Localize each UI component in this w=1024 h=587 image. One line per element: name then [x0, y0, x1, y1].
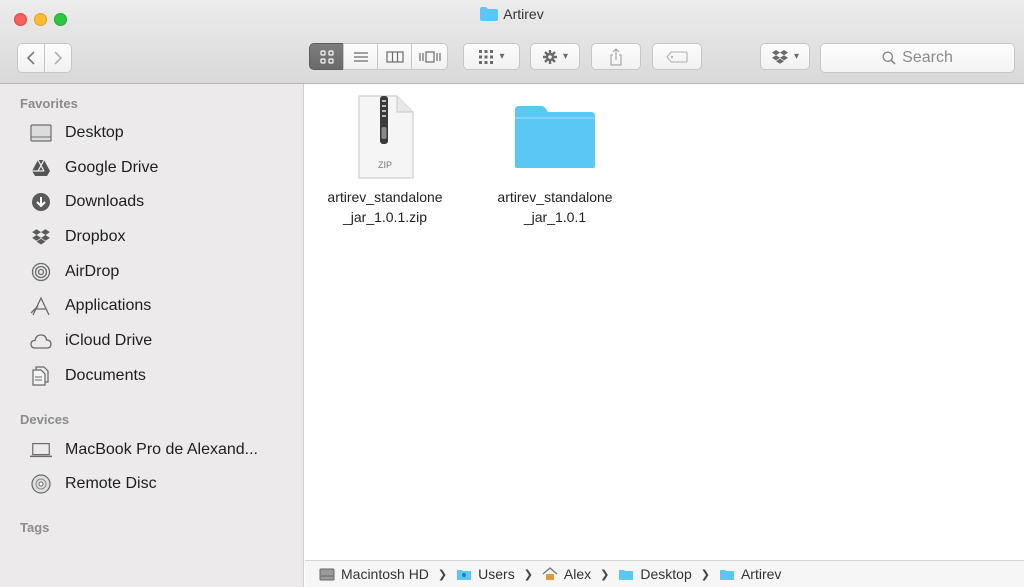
- path-item-desktop[interactable]: Desktop: [618, 566, 692, 582]
- sidebar-item-label: Downloads: [65, 193, 145, 210]
- dropbox-icon: [771, 49, 788, 64]
- sidebar-item-label: Dropbox: [65, 228, 126, 245]
- path-label: Macintosh HD: [341, 566, 429, 582]
- tag-icon: [666, 50, 688, 63]
- downloads-icon: [30, 191, 52, 213]
- path-label: Alex: [563, 566, 592, 582]
- users-folder-icon: [456, 567, 472, 581]
- sidebar-item-airdrop[interactable]: AirDrop: [30, 258, 300, 286]
- forward-button[interactable]: [44, 43, 72, 73]
- disc-icon: [30, 473, 52, 495]
- sidebar-item-label: Desktop: [65, 124, 124, 141]
- dropbox-menu-button[interactable]: ▾: [760, 43, 810, 70]
- file-browser: ZIP artirev_standalone _jar_1.0.1.zip ar…: [305, 84, 1024, 559]
- window-title-text: Artirev: [503, 6, 544, 22]
- google-drive-icon: [30, 157, 52, 179]
- folder-icon: [719, 567, 735, 581]
- airdrop-icon: [30, 261, 52, 283]
- sidebar-item-google-drive[interactable]: Google Drive: [30, 154, 300, 182]
- icon-view-icon: [319, 49, 334, 64]
- sidebar-item-downloads[interactable]: Downloads: [30, 188, 300, 216]
- sidebar-item-label: Applications: [65, 297, 152, 314]
- share-icon: [610, 47, 622, 66]
- sidebar-item-remote-disc[interactable]: Remote Disc: [30, 470, 300, 498]
- search-field[interactable]: Search: [820, 43, 1015, 73]
- sidebar: Favorites Desktop Google Drive Downloads…: [0, 84, 304, 587]
- file-item-folder[interactable]: artirev_standalone _jar_1.0.1: [475, 92, 635, 227]
- desktop-icon: [30, 122, 52, 144]
- finder-window: Artirev ▾ ▾ ▾ Search Favorites Desktop G…: [0, 0, 1024, 587]
- chevron-down-icon: ▾: [499, 51, 505, 62]
- path-bar: Macintosh HD ❯ Users ❯ Alex ❯ Desktop ❯ …: [305, 560, 1024, 587]
- zip-badge: ZIP: [377, 160, 392, 170]
- folder-icon: [618, 567, 634, 581]
- column-view-button[interactable]: [377, 43, 412, 70]
- sidebar-item-label: AirDrop: [65, 263, 120, 280]
- laptop-icon: [30, 439, 52, 461]
- path-label: Desktop: [640, 566, 692, 582]
- action-button[interactable]: ▾: [530, 43, 580, 70]
- sidebar-item-icloud-drive[interactable]: iCloud Drive: [30, 327, 300, 355]
- folder-icon: [475, 92, 635, 182]
- home-icon: [542, 567, 558, 581]
- documents-icon: [30, 365, 52, 387]
- applications-icon: [30, 295, 52, 317]
- sidebar-heading-devices: Devices: [20, 412, 70, 427]
- sidebar-item-desktop[interactable]: Desktop: [30, 119, 300, 147]
- path-label: Artirev: [740, 566, 782, 582]
- toolbar: Artirev ▾ ▾ ▾ Search: [0, 0, 1024, 84]
- arrange-button[interactable]: ▾: [463, 43, 520, 70]
- path-item-users[interactable]: Users: [456, 566, 515, 582]
- sidebar-heading-favorites: Favorites: [20, 96, 78, 111]
- hard-drive-icon: [319, 567, 335, 581]
- list-view-icon: [353, 51, 368, 62]
- search-icon: [882, 51, 896, 65]
- arrange-grid-icon: [479, 49, 494, 64]
- cover-flow-view-button[interactable]: [411, 43, 448, 70]
- sidebar-item-macbook[interactable]: MacBook Pro de Alexand...: [30, 436, 300, 464]
- path-separator-icon: ❯: [437, 568, 448, 581]
- sidebar-item-applications[interactable]: Applications: [30, 292, 300, 320]
- edit-tags-button[interactable]: [652, 43, 702, 70]
- chevron-left-icon: [26, 51, 35, 65]
- path-label: Users: [478, 566, 515, 582]
- sidebar-item-dropbox[interactable]: Dropbox: [30, 223, 300, 251]
- sidebar-item-label: Documents: [65, 367, 146, 384]
- gear-icon: [542, 49, 557, 64]
- sidebar-heading-tags: Tags: [20, 520, 50, 535]
- path-separator-icon: ❯: [600, 568, 610, 581]
- sidebar-item-label: iCloud Drive: [65, 332, 153, 349]
- sidebar-item-label: MacBook Pro de Alexand...: [65, 441, 258, 458]
- chevron-down-icon: ▾: [562, 51, 569, 62]
- path-item-macintosh-hd[interactable]: Macintosh HD: [319, 566, 429, 582]
- share-button[interactable]: [591, 43, 641, 70]
- file-name: artirev_standalone _jar_1.0.1: [497, 189, 613, 225]
- file-item-zip[interactable]: ZIP artirev_standalone _jar_1.0.1.zip: [305, 92, 465, 227]
- sidebar-item-label: Remote Disc: [65, 475, 157, 492]
- folder-icon: [480, 7, 499, 21]
- dropbox-icon: [30, 226, 52, 248]
- search-placeholder: Search: [902, 49, 953, 66]
- sidebar-item-documents[interactable]: Documents: [30, 362, 300, 390]
- back-button[interactable]: [17, 43, 45, 73]
- file-name: artirev_standalone _jar_1.0.1.zip: [327, 189, 443, 225]
- path-separator-icon: ❯: [700, 568, 710, 581]
- path-separator-icon: ❯: [523, 568, 533, 581]
- path-item-artirev[interactable]: Artirev: [719, 566, 781, 582]
- column-view-icon: [385, 50, 404, 63]
- icloud-icon: [30, 330, 52, 352]
- icon-view-button[interactable]: [309, 43, 344, 70]
- cover-flow-icon: [418, 50, 441, 63]
- chevron-right-icon: [54, 51, 63, 65]
- window-title: Artirev: [0, 6, 1024, 22]
- list-view-button[interactable]: [343, 43, 378, 70]
- path-item-alex[interactable]: Alex: [542, 566, 591, 582]
- sidebar-item-label: Google Drive: [65, 159, 159, 176]
- chevron-down-icon: ▾: [793, 51, 800, 62]
